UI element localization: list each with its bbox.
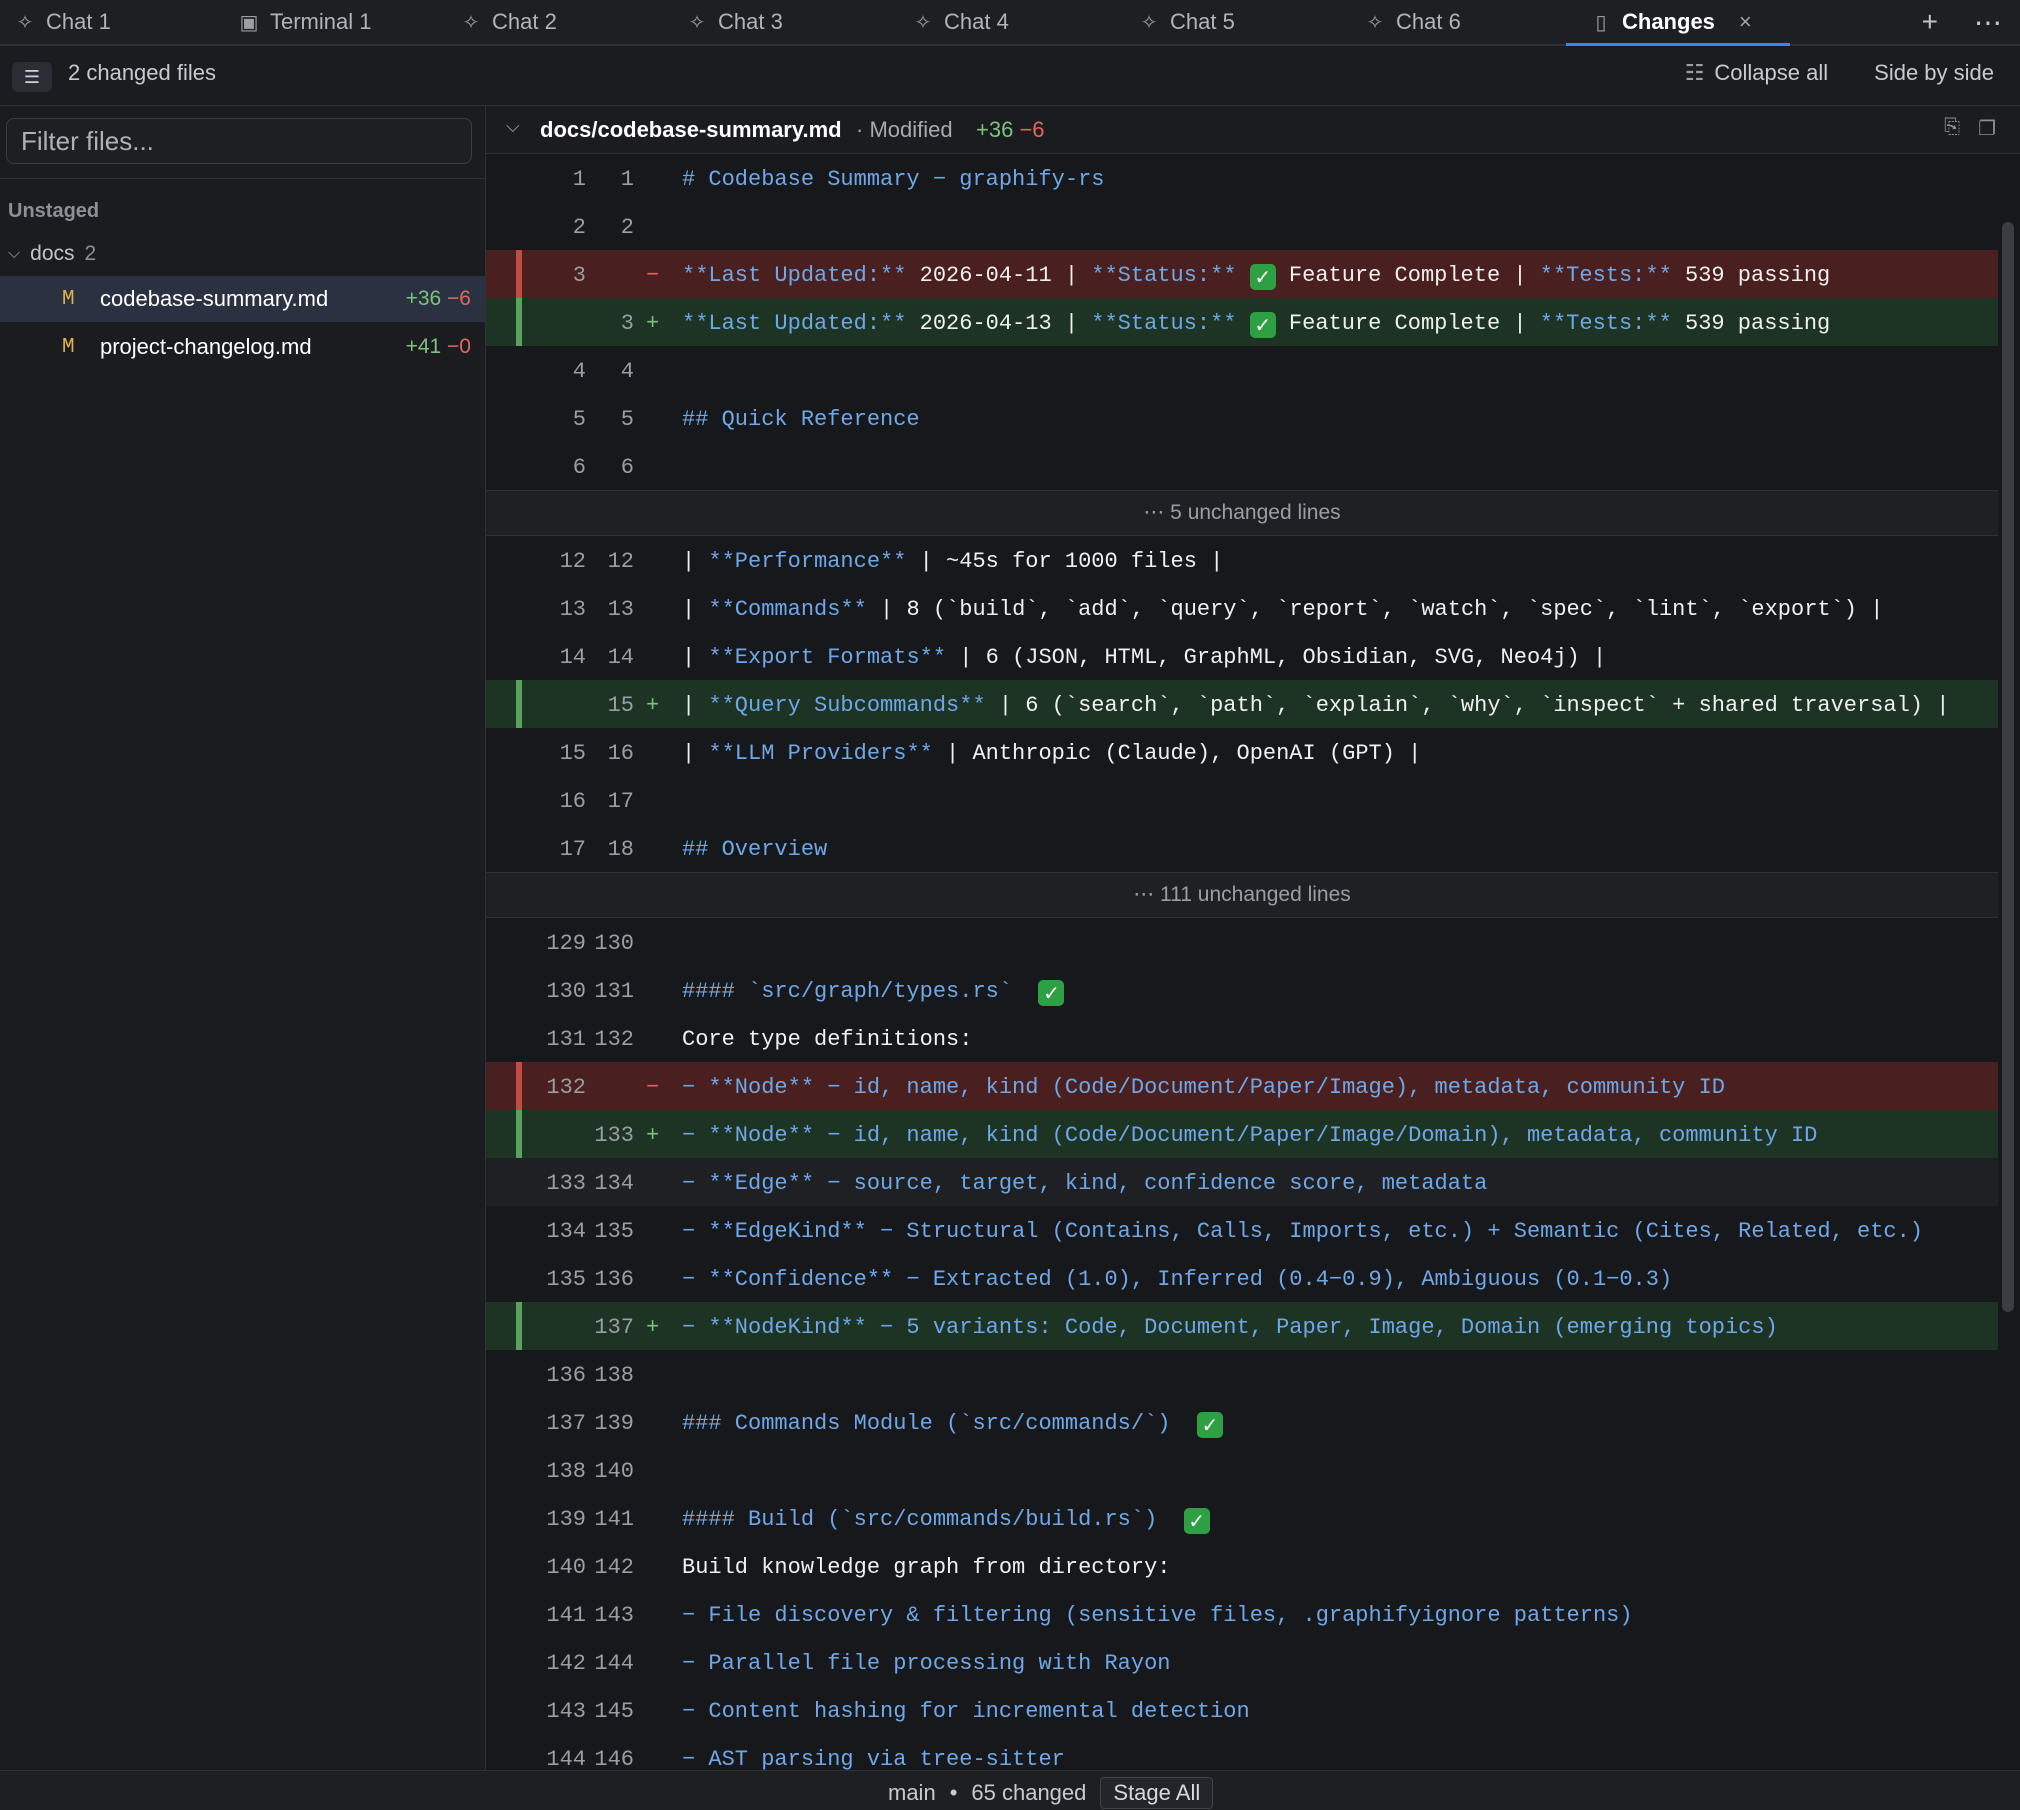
terminal-icon: ▣ [239,11,259,34]
diff-line: 143 145− Content hashing for incremental … [546,1699,1250,1724]
file-icon: ▯ [1595,11,1607,34]
check-icon: ✓ [1183,1508,1210,1534]
changes-sidebar: Unstaged ⌵ docs 2 M codebase-summary.md … [0,106,486,1770]
diff-line-added: 3 + **Last Updated:** 2026-04-13 | **Statu… [486,298,1998,346]
changes-toolbar: ☰ 2 changed files ☷ Collapse all Side by … [0,46,2020,106]
removed-count: −6 [1019,117,1045,142]
chevron-down-icon: ⌵ [8,245,21,262]
file-name: project-changelog.md [100,334,312,359]
diff-line: 137 139 ### Commands Module (`src/commands… [486,1398,1998,1446]
tab-chat-4[interactable]: ✧ Chat 4 [912,0,1009,44]
diff-line: 135 136− **Confidence** − Extracted (1.0)… [546,1267,1673,1292]
close-icon[interactable]: × [1739,9,1752,35]
stage-all-button[interactable]: Stage All [1100,1777,1214,1809]
collapse-all-button[interactable]: ☷ Collapse all [1685,60,1828,86]
tab-chat-1[interactable]: ✧ Chat 1 [14,0,111,44]
diff-line-added: 15 + | **Query Subcommands** | 6 (`search`… [486,680,1998,728]
check-icon: ✓ [1196,1412,1223,1438]
diff-line: 139 141 #### Build (`src/commands/build.rs… [486,1494,1998,1542]
list-collapse-icon: ☷ [1684,60,1705,85]
file-item-project-changelog[interactable]: M project-changelog.md +41 −0 [0,324,485,370]
added-count: +36 [405,287,442,310]
changed-files-count: 2 changed files [68,60,216,85]
diff-line: 15 16 | **LLM Providers** | Anthropic (Cla… [559,741,1422,766]
sparkle-icon: ✧ [1140,11,1158,34]
tab-chat-2[interactable]: ✧ Chat 2 [460,0,557,44]
new-tab-plus-icon[interactable]: + [1922,6,1938,38]
diff-line: 141 143− File discovery & filtering (sens… [546,1603,1633,1628]
tab-chat-6[interactable]: ✧ Chat 6 [1364,0,1461,44]
folder-docs[interactable]: ⌵ docs 2 [8,242,96,266]
diff-line: 136 138 [546,1363,634,1388]
sparkle-icon: ✧ [16,11,34,34]
diff-line-removed: 3− **Last Updated:** 2026-04-11 | **Statu… [486,250,1998,298]
unchanged-lines-expander[interactable]: ⋯ 5 unchanged lines [486,490,1998,536]
diff-line: 134 135− **EdgeKind** − Structural (Conta… [546,1219,1924,1244]
check-icon: ✓ [1038,980,1065,1006]
added-count: +41 [405,335,442,358]
diff-line: 142 144− Parallel file processing with Ra… [546,1651,1171,1676]
diff-line-added: 133 + − **Node** − id, name, kind (Code/Do… [486,1110,1998,1158]
diff-line: 66 [572,455,634,480]
added-count: +36 [976,117,1014,142]
diff-line: 22 [572,215,634,240]
separator-dot: • [949,1780,958,1805]
removed-count: −0 [447,335,471,358]
removed-count: −6 [447,287,471,310]
more-options-icon[interactable]: ⋯ [1974,6,2002,39]
diff-file-header[interactable]: ⌵ docs/codebase-summary.md · Modified +3… [486,106,2020,154]
file-item-codebase-summary[interactable]: M codebase-summary.md +36 −6 [0,276,485,322]
file-tree-toggle-icon[interactable]: ☰ [12,62,52,92]
diff-line-added: 137 + − **NodeKind** − 5 variants: Code, D… [486,1302,1998,1350]
diff-line: 44 [572,359,634,384]
modified-marker: M [62,287,75,311]
unchanged-lines-expander[interactable]: ⋯ 111 unchanged lines [486,872,1998,918]
section-unstaged: Unstaged [8,200,100,222]
diff-lines: 1 1 # Codebase Summary − graphify-rs 22 3−… [486,154,1998,1770]
diff-line: 138 140 [546,1459,634,1484]
file-name: codebase-summary.md [100,286,329,311]
branch-name: main [888,1780,936,1805]
diff-view: ⌵ docs/codebase-summary.md · Modified +3… [486,106,2020,1770]
diff-line: 17 18 ## Overview [559,837,828,862]
changed-count: 65 changed [971,1780,1087,1805]
tab-chat-5[interactable]: ✧ Chat 5 [1138,0,1235,44]
diff-line: 144 146− AST parsing via tree-sitter [546,1747,1065,1770]
check-icon: ✓ [1249,264,1276,290]
diff-line: 129 130 [546,931,634,956]
divider [0,178,486,179]
modified-marker: M [62,335,75,359]
chevron-down-icon[interactable]: ⌵ [506,116,520,137]
sparkle-icon: ✧ [1366,11,1384,34]
diff-line: 140 142 Build knowledge graph from directo… [546,1555,1171,1580]
diff-line: 131 132 Core type definitions: [546,1027,973,1052]
diff-line: 13 13 | **Commands** | 8 (`build`, `add`, … [559,597,1884,622]
side-by-side-button[interactable]: Side by side [1874,60,1994,86]
sparkle-icon: ✧ [914,11,932,34]
diff-line: 12 12 | **Performance** | ~45s for 1000 fi… [559,549,1224,574]
diff-file-path: docs/codebase-summary.md [540,117,842,142]
diff-file-status: · Modified [856,117,953,142]
check-icon: ✓ [1249,312,1276,338]
tab-changes[interactable]: ▯ Changes × [1566,0,1790,46]
diff-line: 14 14 | **Export Formats** | 6 (JSON, HTML… [559,645,1607,670]
diff-line: 5 5 ## Quick Reference [572,407,920,432]
tab-bar: ✧ Chat 1 ▣ Terminal 1 ✧ Chat 2 ✧ Chat 3 ✧ Cha… [0,0,2020,46]
open-file-icon[interactable]: ⎘ [1944,116,1960,141]
filter-files-input[interactable] [6,118,472,164]
status-bar: main • 65 changed Stage All [0,1770,2020,1810]
tab-terminal-1[interactable]: ▣ Terminal 1 [238,0,372,44]
copy-icon[interactable]: ❐ [1978,116,1996,141]
tab-chat-3[interactable]: ✧ Chat 3 [686,0,783,44]
diff-line-hovered: 133 134− **Edge** − source, target, kind,… [486,1158,1998,1206]
diff-scrollbar[interactable] [2002,222,2014,1312]
sparkle-icon: ✧ [688,11,706,34]
diff-line: 130 131 #### `src/graph/types.rs` ✓ [486,966,1998,1014]
diff-line: 16 17 [559,789,634,814]
diff-line-removed: 132− − **Node** − id, name, kind (Code/Do… [486,1062,1998,1110]
sparkle-icon: ✧ [462,11,480,34]
diff-line: 1 1 # Codebase Summary − graphify-rs [572,167,1105,192]
